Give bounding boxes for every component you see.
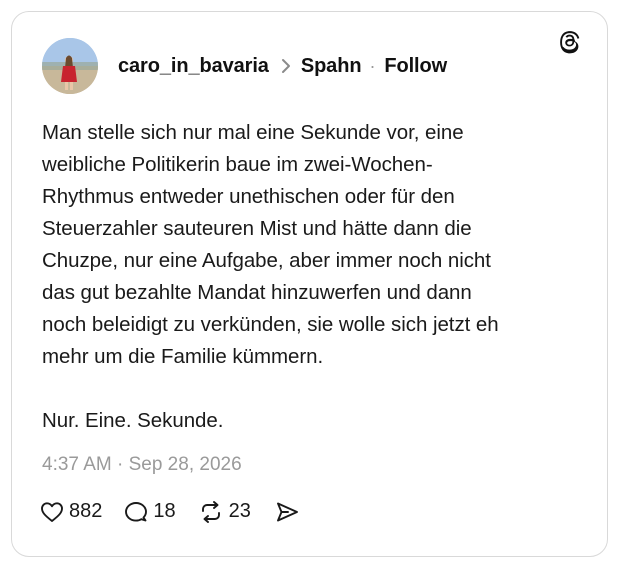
like-button[interactable]: 882 [40, 500, 102, 523]
share-button[interactable] [275, 501, 304, 523]
post-meta: caro_in_bavaria Spahn · Follow [118, 55, 447, 78]
post-timestamp[interactable]: 4:37 AM · Sep 28, 2026 [42, 454, 242, 476]
threads-logo-icon[interactable] [557, 30, 583, 56]
chevron-right-icon [281, 58, 291, 74]
post-body-text: Man stelle sich nur mal eine Sekunde vor… [42, 121, 499, 432]
reply-button[interactable]: 18 [124, 500, 176, 523]
send-icon [275, 501, 304, 523]
follow-button[interactable]: Follow [384, 55, 447, 78]
action-bar: 882 18 23 [40, 500, 304, 523]
separator-dot: · [369, 55, 376, 76]
repost-icon [198, 500, 229, 523]
like-count: 882 [69, 500, 103, 522]
repost-count: 23 [228, 500, 251, 522]
reply-count: 18 [153, 500, 176, 522]
author-name[interactable]: caro_in_bavaria [118, 55, 269, 78]
heart-icon [40, 501, 69, 523]
avatar[interactable] [42, 38, 98, 94]
post-card: caro_in_bavaria Spahn · Follow Man stell… [11, 11, 608, 557]
repost-button[interactable]: 23 [198, 500, 251, 523]
speech-bubble-icon [124, 501, 153, 523]
reply-to-name[interactable]: Spahn [301, 55, 362, 78]
post-header: caro_in_bavaria Spahn · Follow [42, 38, 447, 94]
